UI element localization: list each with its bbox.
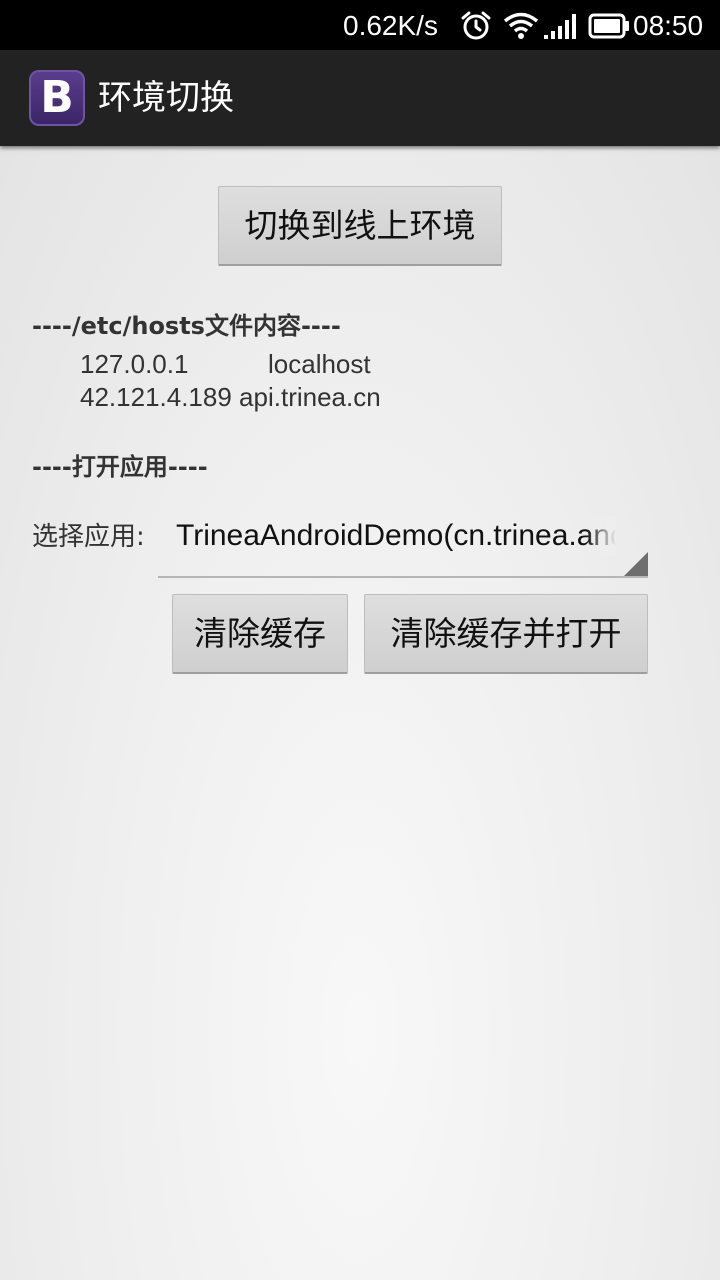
host-ip-2: 42.121.4.189 <box>80 382 232 412</box>
wifi-icon <box>503 12 539 39</box>
select-app-label: 选择应用: <box>32 522 145 552</box>
action-bar: B 环境切换 <box>0 50 720 146</box>
selected-app-value: TrineaAndroidDemo(cn.trinea.android.demo… <box>176 519 616 552</box>
app-spinner[interactable]: TrineaAndroidDemo(cn.trinea.android.demo… <box>158 506 648 578</box>
dropdown-arrow-icon <box>624 552 648 576</box>
spinner-fade <box>586 516 616 556</box>
host-name-1: localhost <box>268 349 371 379</box>
clear-cache-open-button[interactable]: 清除缓存并打开 <box>364 594 648 674</box>
network-speed: 0.62K/s <box>343 10 438 41</box>
signal-icon <box>544 14 576 39</box>
page-title: 环境切换 <box>98 78 234 118</box>
main-content: 切换到线上环境 ----/etc/hosts文件内容---- 127.0.0.1… <box>0 146 720 1280</box>
host-ip-1: 127.0.0.1 <box>80 349 189 379</box>
host-line-2: 42.121.4.189 api.trinea.cn <box>80 381 381 413</box>
open-app-section-title: ----打开应用---- <box>32 453 208 481</box>
status-bar: 0.62K/s 08:50 <box>0 0 720 50</box>
battery-icon <box>588 13 629 39</box>
clear-cache-button[interactable]: 清除缓存 <box>172 594 348 674</box>
clock: 08:50 <box>633 10 704 41</box>
host-name-2: api.trinea.cn <box>239 382 381 412</box>
app-icon[interactable]: B <box>29 70 85 126</box>
app-icon-letter: B <box>40 72 74 123</box>
alarm-icon <box>461 11 491 40</box>
switch-env-button[interactable]: 切换到线上环境 <box>218 186 502 266</box>
hosts-section-title: ----/etc/hosts文件内容---- <box>32 312 341 340</box>
